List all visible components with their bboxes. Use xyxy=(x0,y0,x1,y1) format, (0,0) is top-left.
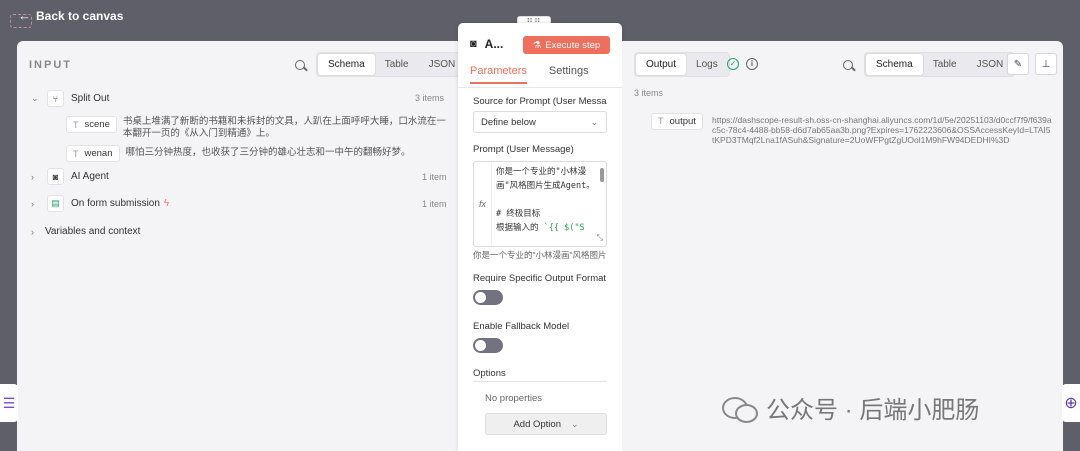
flask-icon: ⚗ xyxy=(532,39,542,51)
chevron-right-icon[interactable]: › xyxy=(31,227,43,237)
node-title: ◙ A... xyxy=(470,37,503,51)
chevron-right-icon[interactable]: › xyxy=(31,172,43,182)
code-line: # 终极目标 xyxy=(496,209,541,219)
node-tabs: Parameters Settings xyxy=(470,65,589,84)
no-properties-text: No properties xyxy=(485,393,543,404)
text-type-icon: T xyxy=(73,148,79,159)
fallback-toggle[interactable] xyxy=(473,338,503,353)
form-icon: ▤ xyxy=(47,195,64,212)
code-line: 根据输入的 xyxy=(496,223,544,233)
field-name: output xyxy=(669,115,696,127)
output-field-value: https://dashscope-result-sh.oss-cn-shang… xyxy=(712,115,1052,145)
node-count: 1 item xyxy=(422,172,447,182)
search-icon[interactable] xyxy=(842,59,856,73)
chevron-right-icon[interactable]: › xyxy=(31,199,43,209)
node-count: 1 item xyxy=(422,199,447,209)
input-panel-title: INPUT xyxy=(29,59,72,71)
field-name: wenan xyxy=(84,148,113,159)
node-label: Variables and context xyxy=(45,226,141,237)
tree-node-ai-agent[interactable]: › ◙ AI Agent xyxy=(31,168,109,185)
wechat-icon xyxy=(722,395,758,423)
chevron-down-icon[interactable]: ⌄ xyxy=(31,93,43,104)
field-value: 书桌上堆满了新断的书籍和未拆封的文具，人趴在上面呼呼大睡，口水流在一本翻开一页的… xyxy=(122,116,446,139)
output-items-count: 3 items xyxy=(634,88,664,98)
code-line: 你是一个专业的"小林漫画"风格图片生成Agent。 xyxy=(496,167,595,191)
output-field: Toutput xyxy=(651,111,709,130)
execute-step-button[interactable]: ⚗ Execute step xyxy=(523,36,610,54)
watermark: 公众号 · 后端小肥肠 xyxy=(722,390,979,425)
execute-label: Execute step xyxy=(545,39,601,51)
expand-icon[interactable]: ⤡ xyxy=(597,233,603,243)
text-type-icon: T xyxy=(658,116,664,126)
field-value: 哪怕三分钟热度，也收获了三分钟的雄心壮志和一中午的翻畅好梦。 xyxy=(125,147,411,158)
expression-fx-icon: fx xyxy=(474,162,492,246)
add-option-button[interactable]: Add Option ⌄ xyxy=(485,413,607,435)
require-format-toggle[interactable] xyxy=(473,290,503,305)
left-edge-tab-icon[interactable]: ☰ xyxy=(0,384,18,422)
code-expression: `{{ $("S xyxy=(543,223,585,233)
fallback-label: Enable Fallback Model xyxy=(473,321,570,332)
node-parameters-panel: ◙ A... ⚗ Execute step Parameters Setting… xyxy=(458,23,622,451)
node-label: AI Agent xyxy=(71,171,109,182)
source-value: Define below xyxy=(481,116,536,128)
tab-parameters[interactable]: Parameters xyxy=(470,65,527,84)
robot-icon: ◙ xyxy=(47,168,64,185)
source-select[interactable]: Define below ⌄ xyxy=(473,111,607,133)
output-tabs: Output Logs xyxy=(634,52,730,77)
prompt-label: Prompt (User Message) xyxy=(473,144,574,155)
options-divider xyxy=(473,381,607,382)
field-tag-output[interactable]: Toutput xyxy=(651,112,703,130)
node-label: On form submission xyxy=(71,198,160,209)
prompt-code: 你是一个专业的"小林漫画"风格图片生成Agent。 # 终极目标 根据输入的 `… xyxy=(496,165,600,235)
search-icon[interactable] xyxy=(294,59,308,73)
add-option-label: Add Option xyxy=(513,418,561,430)
require-format-label: Require Specific Output Format xyxy=(473,273,607,284)
success-check-icon: ✓ xyxy=(727,58,739,70)
tab-settings[interactable]: Settings xyxy=(549,65,589,84)
field-row-wenan: Twenan 哪怕三分钟热度，也收获了三分钟的雄心壮志和一中午的翻畅好梦。 xyxy=(66,145,446,162)
options-label: Options xyxy=(473,368,506,379)
tree-node-variables[interactable]: › Variables and context xyxy=(31,226,140,237)
split-out-node-icon: ⑂ xyxy=(47,90,64,107)
node-count: 3 items xyxy=(415,93,445,103)
tree-node-form-submission[interactable]: › ▤ On form submission ϟ xyxy=(31,195,169,212)
arrow-left-icon: ← xyxy=(18,8,31,23)
source-label: Source for Prompt (User Message) xyxy=(473,96,607,107)
watermark-text: 公众号 · 后端小肥肠 xyxy=(766,397,980,424)
output-view-toggle: Schema Table JSON xyxy=(864,52,1016,77)
robot-icon: ◙ xyxy=(470,38,477,50)
back-label: Back to canvas xyxy=(36,8,124,23)
field-tag-scene[interactable]: Tscene xyxy=(66,116,117,133)
globe-icon[interactable]: ⊕ xyxy=(1062,384,1080,422)
chevron-down-icon: ⌄ xyxy=(590,117,598,127)
input-view-toggle: Schema Table JSON xyxy=(316,52,468,77)
tree-node-split-out[interactable]: ⌄ ⑂ Split Out xyxy=(31,90,109,107)
back-to-canvas-link[interactable]: ← Back to canvas xyxy=(18,8,123,23)
tabs-divider xyxy=(458,87,622,88)
text-type-icon: T xyxy=(73,119,79,130)
node-title-text: A... xyxy=(484,37,504,51)
node-label: Split Out xyxy=(71,93,110,104)
pin-icon[interactable]: ⊥ xyxy=(1035,53,1057,75)
input-view-table[interactable]: Table xyxy=(375,54,419,75)
prompt-preview: 你是一个专业的"小林漫画"风格图片生成Agent。 xyxy=(473,250,607,260)
tab-logs[interactable]: Logs xyxy=(686,54,728,75)
output-view-schema[interactable]: Schema xyxy=(866,54,923,75)
chevron-down-icon: ⌄ xyxy=(571,418,579,429)
scrollbar[interactable] xyxy=(600,168,604,182)
edit-pencil-icon[interactable]: ✎ xyxy=(1007,53,1029,75)
info-icon[interactable]: i xyxy=(746,58,758,70)
input-panel: INPUT Schema Table JSON ⌄ ⑂ Split Out 3 … xyxy=(17,41,468,451)
field-tag-wenan[interactable]: Twenan xyxy=(66,145,120,162)
input-view-schema[interactable]: Schema xyxy=(318,54,375,75)
prompt-editor[interactable]: fx 你是一个专业的"小林漫画"风格图片生成Agent。 # 终极目标 根据输入… xyxy=(473,161,607,247)
tab-output[interactable]: Output xyxy=(636,54,687,75)
lightning-icon: ϟ xyxy=(163,198,170,209)
output-view-table[interactable]: Table xyxy=(923,54,967,75)
field-name: scene xyxy=(84,119,110,130)
field-row-scene: Tscene 书桌上堆满了新断的书籍和未拆封的文具，人趴在上面呼呼大睡，口水流在… xyxy=(66,116,446,140)
